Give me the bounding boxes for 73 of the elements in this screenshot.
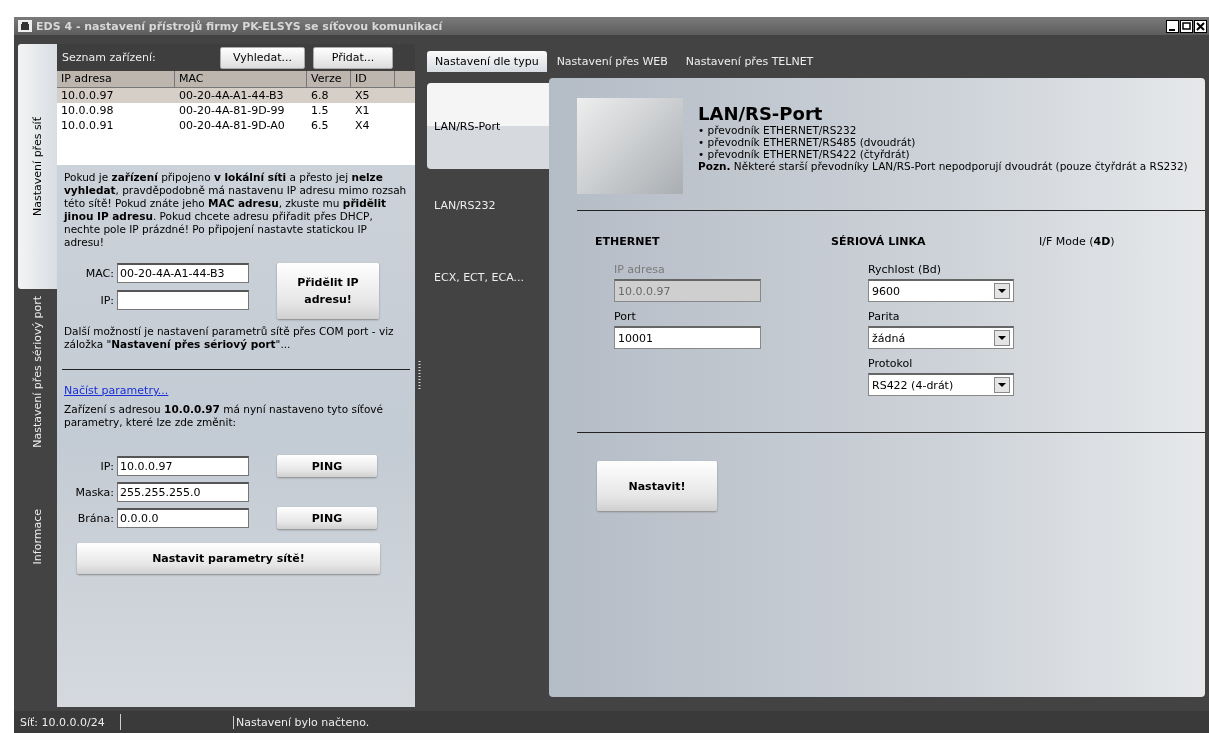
input-field[interactable]	[117, 290, 249, 310]
input-field[interactable]: 0.0.0.0	[117, 508, 249, 528]
input-field[interactable]: 00-20-4A-A1-44-B3	[117, 263, 249, 283]
bullet-item: • převodník ETHERNET/RS232	[698, 124, 858, 136]
device-note: Pozn. Některé starší převodníky LAN/RS-Port nepodporují dvoudrát (pouze čtyřdrát a RS232)	[698, 160, 1188, 172]
splitter-handle-icon[interactable]	[418, 360, 421, 391]
field-label: IP:	[99, 293, 115, 307]
side-tab[interactable]: Nastavení přes síť	[18, 44, 57, 289]
apply-network-button[interactable]: Nastavit parametry sítě!	[77, 543, 380, 574]
ping-button[interactable]: PING	[277, 455, 377, 477]
table-cell-text: 10.0.0.98	[60, 103, 115, 118]
table-cell-text: X4	[354, 118, 371, 133]
minimize-icon[interactable]	[1166, 19, 1179, 33]
bullet-item: • převodník ETHERNET/RS485 (dvoudrát)	[698, 136, 917, 148]
device-type-tab[interactable]: LAN/RS232	[427, 169, 549, 241]
close-icon[interactable]	[1194, 19, 1207, 33]
current-settings-text: Zařízení s adresou 10.0.0.97 má nyní nastaveno tyto síťové parametry, které lze zde změnit:	[64, 403, 385, 429]
input-field[interactable]: 10001	[614, 326, 761, 349]
field-label: IP:	[99, 459, 115, 473]
column-header[interactable]: Verze	[307, 71, 351, 87]
dropdown[interactable]: žádná	[868, 326, 1014, 349]
column-header[interactable]: ID	[351, 71, 395, 87]
toolbar-button[interactable]: Přidat...	[313, 46, 394, 69]
table-row[interactable]: 10.0.0.97 00-20-4A-A1-44-B3 6.8 X5	[57, 88, 415, 103]
maximize-icon[interactable]	[1180, 19, 1193, 33]
section-heading: SÉRIOVÁ LINKA	[831, 235, 927, 250]
field-label: Port	[614, 310, 637, 323]
table-cell-text: 00-20-4A-81-9D-A0	[178, 118, 286, 133]
dropdown[interactable]: RS422 (4-drát)	[868, 373, 1014, 396]
table-cell-text: 00-20-4A-A1-44-B3	[178, 88, 285, 103]
tab[interactable]: Nastavení přes TELNET	[677, 51, 822, 72]
table-cell-text: 6.5	[310, 118, 330, 133]
field-label: Protokol	[868, 357, 914, 370]
device-type-tab[interactable]: ECX, ECT, ECA...	[427, 241, 549, 313]
field-label: Maska:	[74, 485, 115, 499]
toolbar-button[interactable]: Vyhledat...	[220, 46, 306, 69]
table-cell-text: 6.8	[310, 88, 330, 103]
tab[interactable]: Nastavení přes WEB	[548, 51, 676, 72]
load-parameters-link[interactable]: Načíst parametry...	[64, 384, 169, 397]
app-icon	[18, 20, 32, 32]
device-type-tab[interactable]: LAN/RS-Port	[427, 83, 549, 169]
bullet-item: • převodník ETHERNET/RS422 (čtyřdrát)	[698, 148, 911, 160]
input-field[interactable]: 10.0.0.97	[117, 456, 249, 476]
field-label: Rychlost (Bd)	[868, 263, 942, 276]
table-cell-text: X5	[354, 88, 371, 103]
table-cell-text: 1.5	[310, 103, 330, 118]
field-label: Parita	[868, 310, 901, 323]
field-label: MAC:	[84, 266, 115, 280]
field-label: IP adresa	[614, 263, 666, 276]
tab[interactable]: Nastavení dle typu	[427, 51, 547, 72]
ping-button[interactable]: PING	[277, 507, 377, 529]
table-cell-text: 10.0.0.91	[60, 118, 115, 133]
input-field[interactable]: 255.255.255.0	[117, 482, 249, 502]
info-text: Pokud je zařízení připojeno v lokální síti a přesto jej nelze vyhledat, pravděpodobně má nastavenu IP adresu mimo rozsah této sítě! Pokud znáte jeho MAC adresu, zkuste mu přidělit jinou IP adresu. Pokud chcete adresu přiřadit přes DHCP, nechte pole IP prázdné! Po připojení nastavte statickou IP adresu!	[64, 171, 408, 249]
if-mode-text: I/F Mode (4D)	[1039, 235, 1115, 248]
column-header[interactable]: IP adresa	[57, 71, 175, 87]
window-title: EDS 4 - nastavení přístrojů firmy PK-ELSYS se síťovou komunikací	[36, 19, 443, 33]
table-cell-text: X1	[354, 103, 371, 118]
status-text: Nastavení bylo načteno.	[233, 715, 370, 729]
set-button[interactable]: Nastavit!	[597, 461, 717, 511]
dropdown[interactable]: 9600	[868, 279, 1014, 302]
column-header[interactable]: MAC	[175, 71, 307, 87]
section-heading: ETHERNET	[595, 235, 661, 250]
table-row[interactable]: 10.0.0.98 00-20-4A-81-9D-99 1.5 X1	[57, 103, 415, 118]
device-list-label: Seznam zařízení:	[62, 51, 157, 64]
table-row[interactable]: 10.0.0.91 00-20-4A-81-9D-A0 6.5 X4	[57, 118, 415, 133]
field-label: Brána:	[76, 511, 115, 525]
device-title: LAN/RS-Port	[698, 104, 824, 124]
assign-ip-button[interactable]: Přidělit IP adresu!	[277, 263, 379, 319]
status-text: Síť: 10.0.0.0/24	[19, 715, 106, 729]
table-cell-text: 00-20-4A-81-9D-99	[178, 103, 286, 118]
table-cell-text: 10.0.0.97	[60, 88, 115, 103]
com-port-note: Další možností je nastavení parametrů sítě přes COM port - viz záložka "Nastavení přes sériový port"...	[64, 325, 395, 351]
